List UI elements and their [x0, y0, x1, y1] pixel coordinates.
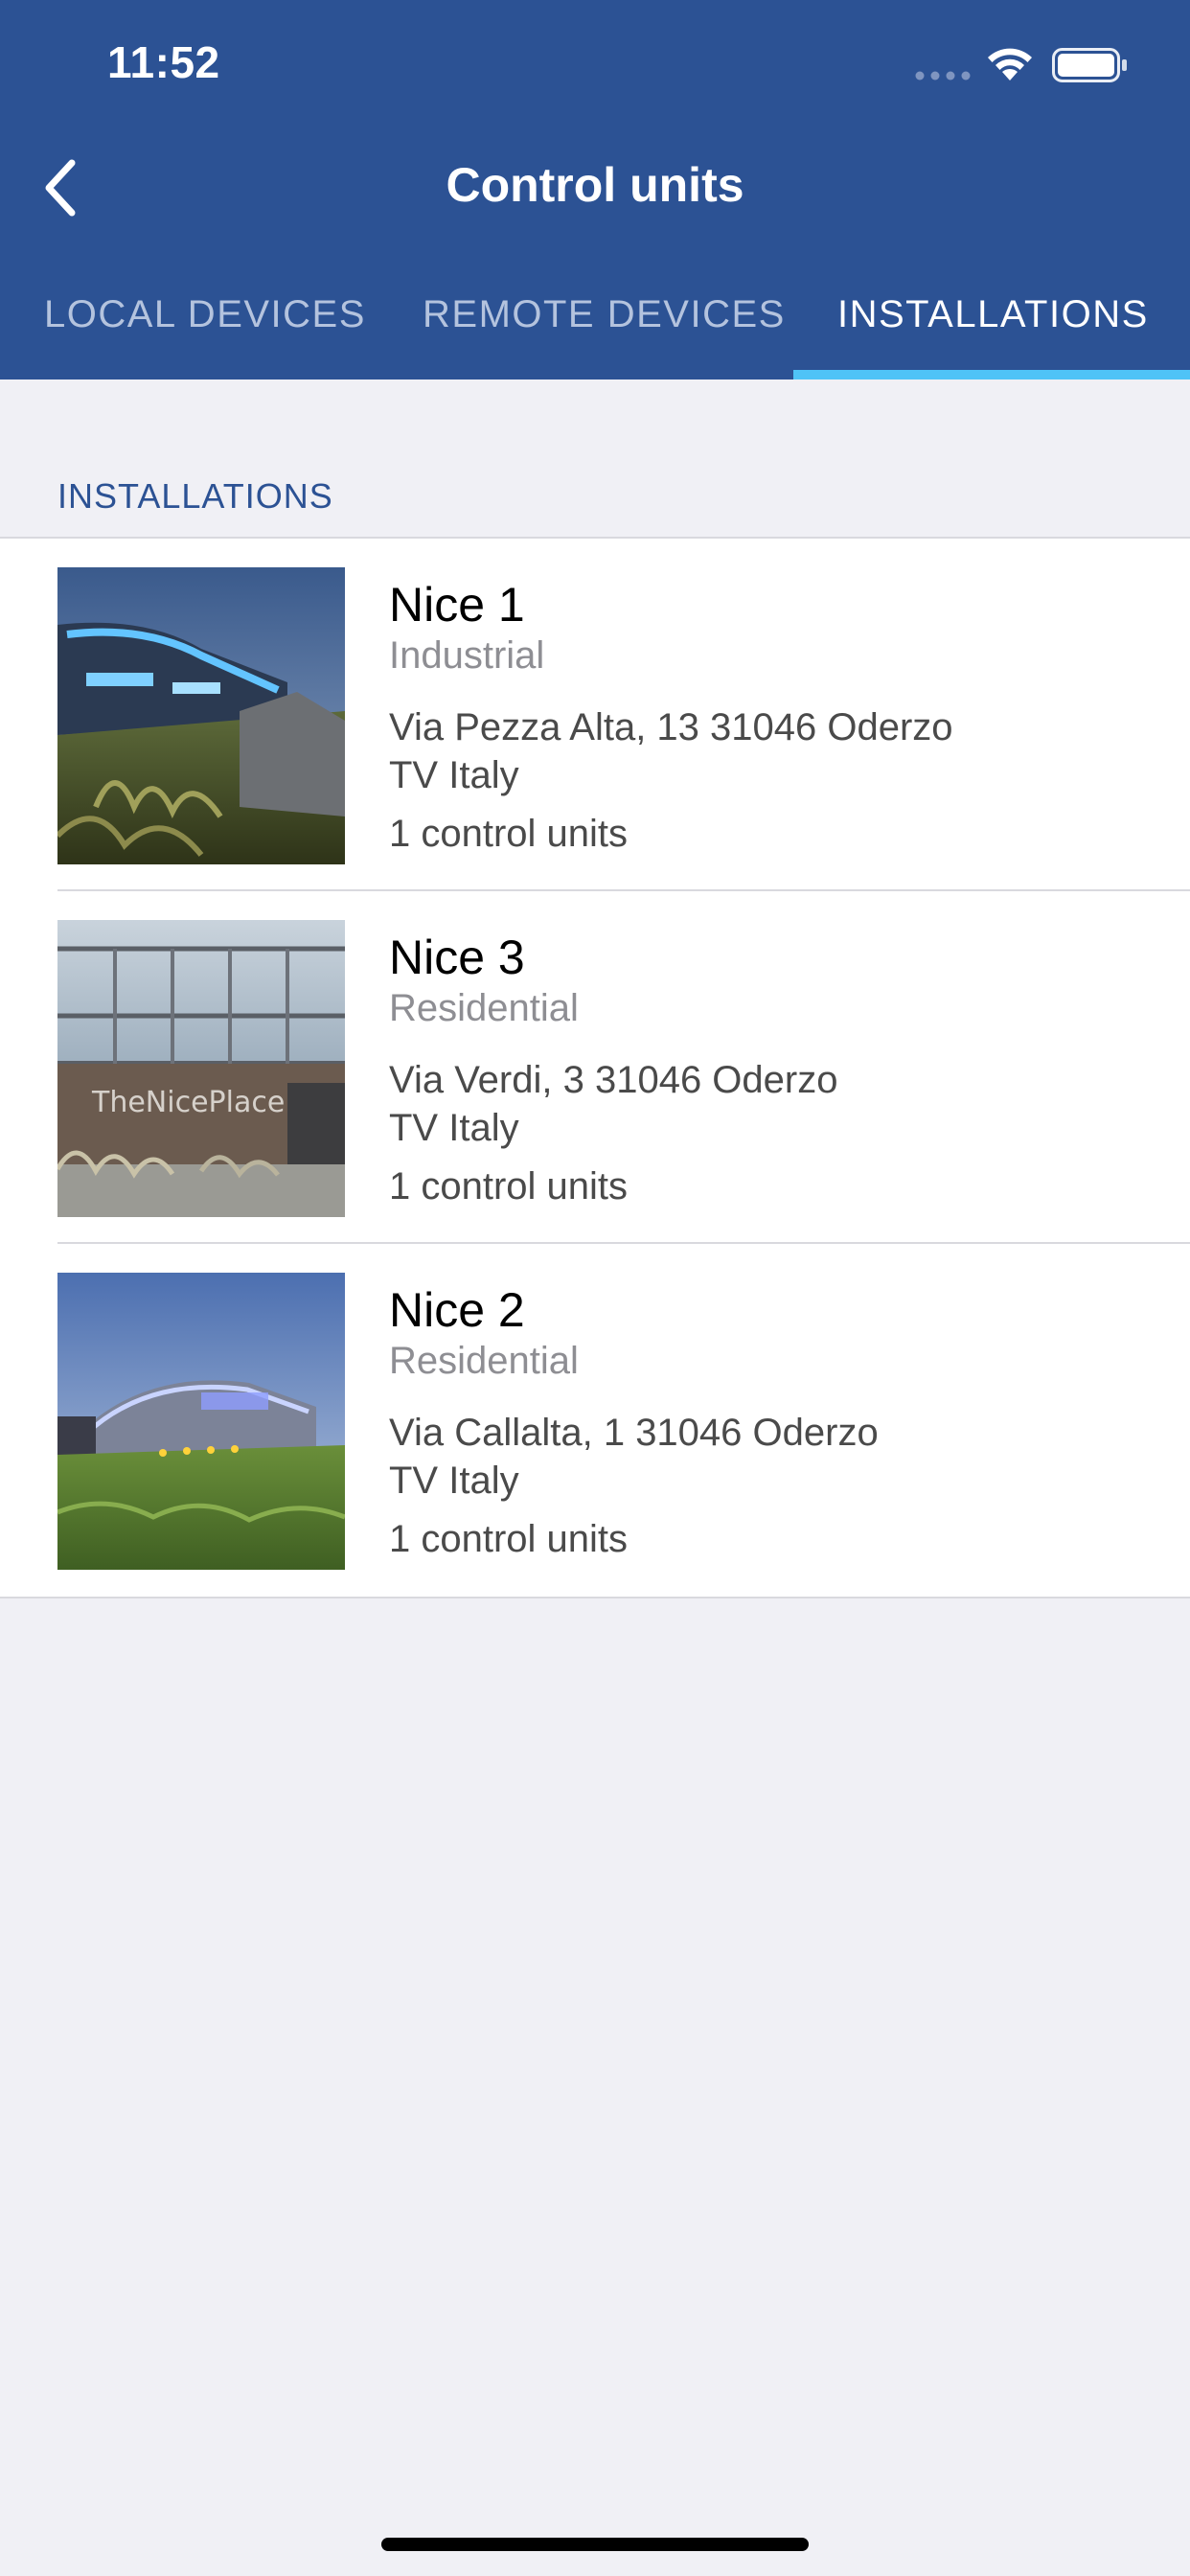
building-sign-text: TheNicePlace — [91, 1086, 285, 1119]
installation-name: Nice 2 — [389, 1283, 525, 1337]
installation-type: Residential — [389, 1340, 579, 1382]
installation-image — [57, 1273, 345, 1570]
installation-address: Via Pezza Alta, 13 31046 Oderzo TV Italy — [389, 703, 1156, 799]
address-line-1: Via Callalta, 1 31046 Oderzo — [389, 1412, 879, 1454]
home-indicator[interactable] — [381, 2538, 809, 2551]
control-units-count: 1 control units — [389, 1518, 629, 1560]
tab-remote-devices[interactable]: REMOTE DEVICES — [423, 293, 786, 336]
installation-type: Industrial — [389, 634, 545, 677]
tab-installations[interactable]: INSTALLATIONS — [837, 293, 1149, 336]
address-line-1: Via Pezza Alta, 13 31046 Oderzo — [389, 706, 953, 748]
installation-name: Nice 1 — [389, 578, 525, 632]
cellular-signal-icon — [915, 71, 971, 80]
installation-address: Via Verdi, 3 31046 Oderzo TV Italy — [389, 1056, 1156, 1152]
installation-type: Residential — [389, 987, 579, 1029]
section-header: INSTALLATIONS — [57, 476, 333, 516]
control-units-count: 1 control units — [389, 1165, 629, 1208]
control-units-count: 1 control units — [389, 813, 629, 855]
page-title: Control units — [446, 158, 744, 212]
address-line-2: TV Italy — [389, 1460, 519, 1502]
active-tab-indicator — [793, 370, 1190, 380]
tab-local-devices[interactable]: LOCAL DEVICES — [44, 293, 366, 336]
installation-row-nice-3[interactable]: TheNicePlace Nice 3 Residential Via Verd… — [0, 891, 1190, 1244]
address-line-2: TV Italy — [389, 1107, 519, 1149]
installation-name: Nice 3 — [389, 931, 525, 984]
installations-list: Nice 1 Industrial Via Pezza Alta, 13 310… — [0, 537, 1190, 1598]
installation-row-nice-2[interactable]: Nice 2 Residential Via Callalta, 1 31046… — [0, 1244, 1190, 1597]
wifi-icon — [988, 48, 1032, 80]
address-line-1: Via Verdi, 3 31046 Oderzo — [389, 1059, 838, 1101]
battery-icon — [1052, 48, 1127, 82]
app-header: 11:52 Control units LOCAL DEVICES REMOTE… — [0, 0, 1190, 380]
installation-image — [57, 567, 345, 864]
installation-image: TheNicePlace — [57, 920, 345, 1217]
status-time: 11:52 — [107, 37, 220, 87]
installation-row-nice-1[interactable]: Nice 1 Industrial Via Pezza Alta, 13 310… — [0, 539, 1190, 891]
installation-address: Via Callalta, 1 31046 Oderzo TV Italy — [389, 1409, 1156, 1505]
address-line-2: TV Italy — [389, 754, 519, 796]
